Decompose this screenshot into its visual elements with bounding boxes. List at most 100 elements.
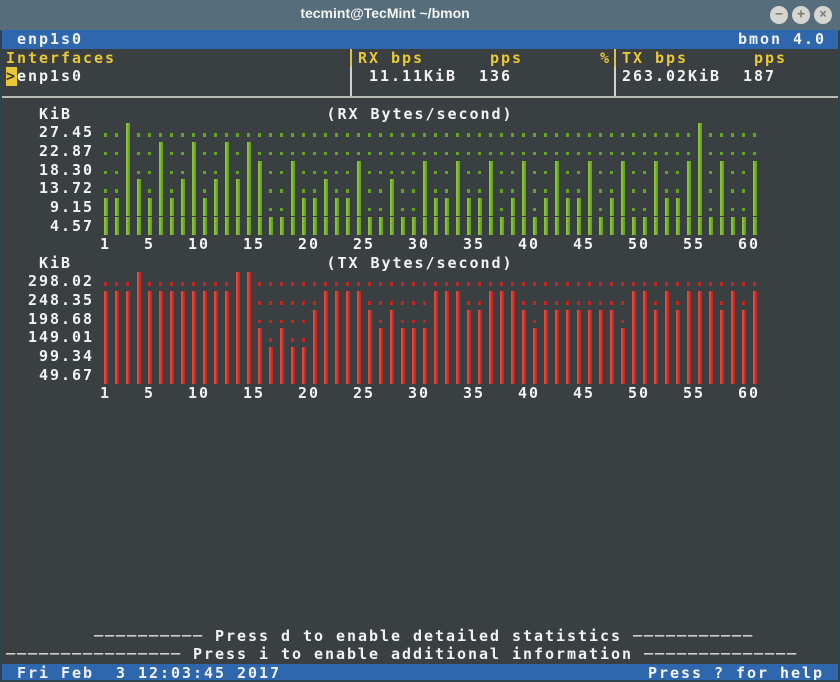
rx-dot (566, 133, 569, 137)
tx-bar-segment (115, 366, 119, 385)
rx-graph-cell (210, 142, 221, 161)
rx-graph-cell (507, 198, 518, 217)
tx-graph-cell (210, 347, 221, 366)
rx-bar-segment (192, 217, 196, 236)
rx-graph-cell (100, 123, 111, 142)
tx-graph-cell (738, 272, 749, 291)
rx-graph-cell (716, 217, 727, 236)
rx-graph-cell (727, 198, 738, 217)
tx-bar-segment (511, 310, 515, 329)
rx-dot (687, 133, 690, 137)
tx-bar-segment (170, 347, 174, 366)
rx-dot (687, 152, 690, 156)
tx-dot (401, 282, 404, 286)
tx-graph-cell (243, 291, 254, 310)
rx-dot (720, 152, 723, 156)
tx-dot (632, 282, 635, 286)
tx-bar-segment (412, 328, 416, 347)
close-button[interactable]: × (814, 6, 832, 24)
tx-graph-cell (639, 291, 650, 310)
tx-graph-cell (683, 328, 694, 347)
rx-bar-segment (478, 217, 482, 236)
tx-graph-cell (584, 347, 595, 366)
tx-graph-cell (705, 310, 716, 329)
tx-bar-segment (390, 347, 394, 366)
rx-dot (434, 152, 437, 156)
tx-bar-segment (170, 310, 174, 329)
tx-bar-segment (379, 366, 383, 385)
rx-dot (676, 152, 679, 156)
rx-graph-cell (661, 198, 672, 217)
rx-bar-segment (313, 217, 317, 236)
window-titlebar[interactable]: tecmint@TecMint ~/bmon − + × (0, 0, 840, 31)
tx-graph-cell (529, 328, 540, 347)
tx-graph-title: (TX Bytes/second) (326, 254, 513, 273)
rx-dot (368, 189, 371, 193)
tx-graph-cell (342, 291, 353, 310)
tx-bar-segment (236, 347, 240, 366)
rx-graph-cell (705, 198, 716, 217)
tx-bar-segment (588, 310, 592, 329)
rx-graph-cell (617, 161, 628, 180)
rx-bar-segment (577, 198, 581, 217)
rx-graph-cell (111, 179, 122, 198)
tx-bar-segment (346, 328, 350, 347)
rx-graph-cell (166, 198, 177, 217)
rx-graph-cell (694, 217, 705, 236)
rx-graph-cell (518, 179, 529, 198)
rx-graph-cell (496, 179, 507, 198)
tx-bar-segment (203, 328, 207, 347)
rx-graph-cell (749, 161, 760, 180)
tx-bar-segment (225, 347, 229, 366)
rx-dot (577, 189, 580, 193)
tx-graph-cell (617, 366, 628, 385)
maximize-button[interactable]: + (792, 6, 810, 24)
tx-graph-cell (672, 366, 683, 385)
tx-graph-cell (133, 366, 144, 385)
rx-dot (632, 189, 635, 193)
rx-dot (632, 208, 635, 212)
rx-graph-cell (485, 123, 496, 142)
tx-graph-cell (463, 366, 474, 385)
tx-bar-segment (753, 366, 757, 385)
tx-bar-segment (203, 366, 207, 385)
tx-bar-segment (236, 328, 240, 347)
tx-graph-cell (188, 291, 199, 310)
tx-graph-cell (232, 366, 243, 385)
rx-graph-cell (661, 123, 672, 142)
tx-bar-segment (577, 366, 581, 385)
tx-dot (192, 282, 195, 286)
tx-graph-cell (705, 291, 716, 310)
tx-bar-segment (401, 328, 405, 347)
rx-graph-cell (551, 142, 562, 161)
rx-graph-cell (254, 161, 265, 180)
rx-dot (544, 171, 547, 175)
rx-dot (753, 133, 756, 137)
rx-graph-cell (474, 179, 485, 198)
tx-graph-cell (485, 310, 496, 329)
rx-graph-cell (650, 123, 661, 142)
rx-dot (181, 133, 184, 137)
tx-graph-cell (661, 272, 672, 291)
rx-graph-cell (474, 123, 485, 142)
tx-dot (368, 282, 371, 286)
tx-bar-segment (555, 310, 559, 329)
interface-row[interactable]: > enp1s0 11.11KiB 136 263.02KiB 187 (2, 67, 838, 86)
minimize-button[interactable]: − (770, 6, 788, 24)
rx-graph-cell (474, 198, 485, 217)
tx-graph-cell (133, 328, 144, 347)
tx-graph-cell (243, 272, 254, 291)
terminal-screen[interactable]: enp1s0 bmon 4.0 Interfaces RX bps pps % … (2, 30, 838, 680)
tx-dot (643, 282, 646, 286)
rx-dot (379, 152, 382, 156)
tx-bar-segment (456, 310, 460, 329)
rx-graph-cell (529, 123, 540, 142)
rx-dot (346, 133, 349, 137)
rx-bar-segment (313, 198, 317, 217)
tx-graph-cell (474, 366, 485, 385)
rx-graph-cell (188, 198, 199, 217)
tx-graph-cell (727, 328, 738, 347)
tx-bar-segment (401, 366, 405, 385)
rx-graph-cell (727, 142, 738, 161)
rx-bar-segment (181, 179, 185, 198)
